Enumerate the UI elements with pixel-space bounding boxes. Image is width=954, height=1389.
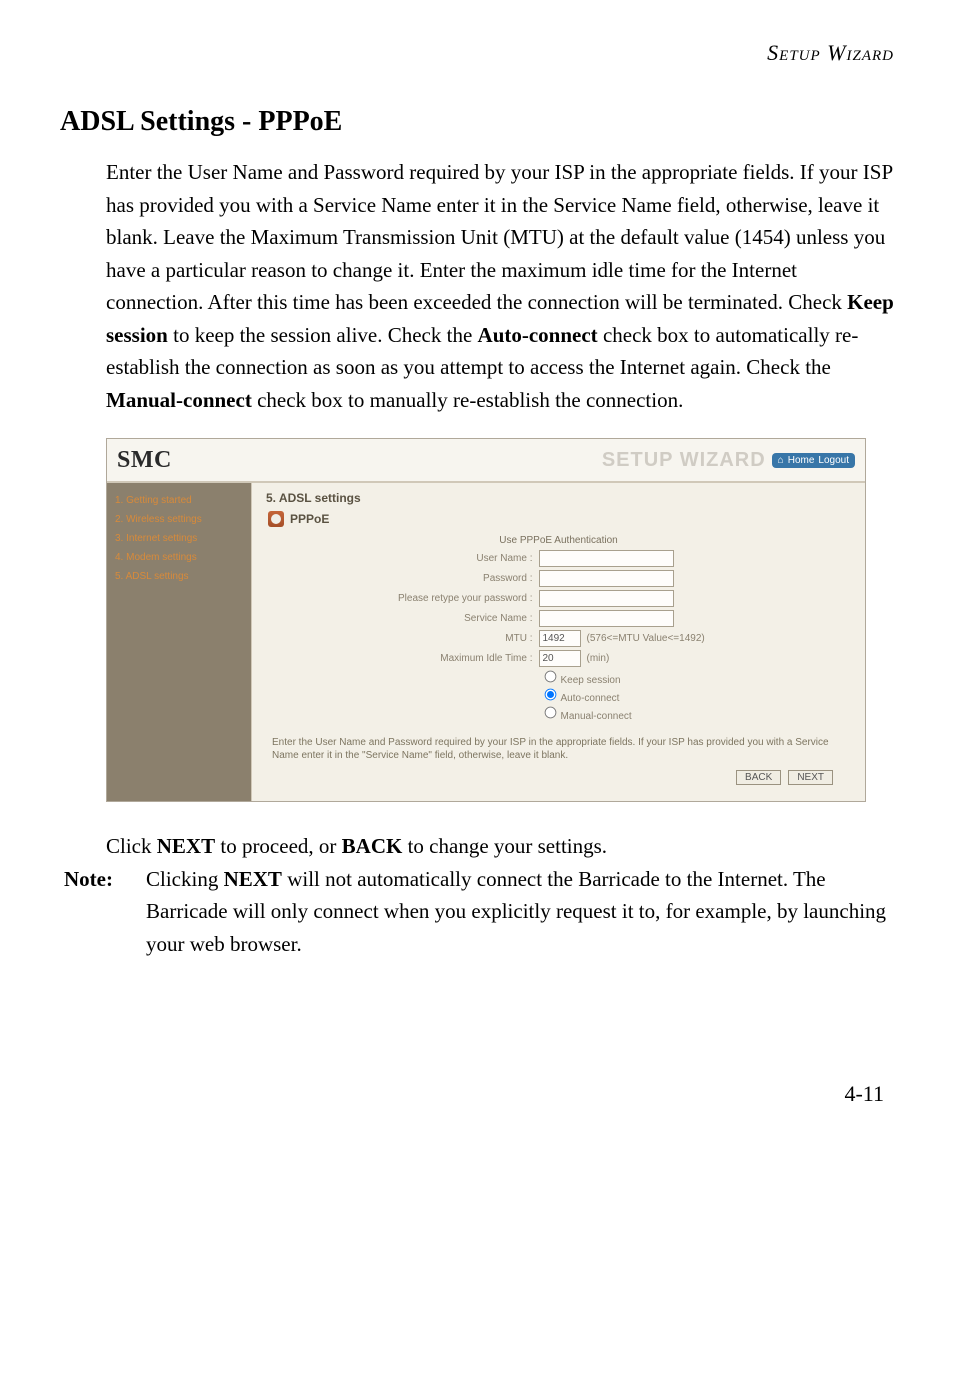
form-header: Use PPPoE Authentication xyxy=(344,535,774,546)
radio-manual[interactable]: Manual-connect xyxy=(544,706,774,724)
wizard-main: 5. ADSL settings PPPoE Use PPPoE Authent… xyxy=(252,483,865,801)
pppoe-subtitle: PPPoE xyxy=(268,511,851,527)
section-title: ADSL Settings - PPPoE xyxy=(60,106,894,138)
service-name-input[interactable] xyxy=(539,610,674,627)
wizard-buttons: BACK NEXT xyxy=(266,770,851,785)
router-screenshot: SMC SETUP WIZARD ⌂ Home Logout 1. Gettin… xyxy=(106,438,866,802)
connect-mode-radios: Keep session Auto-connect Manual-connect xyxy=(544,670,774,724)
retype-password-input[interactable] xyxy=(539,590,674,607)
radio-keep-label: Keep session xyxy=(561,675,621,686)
row-idle: Maximum Idle Time : (min) xyxy=(344,650,774,667)
password-input[interactable] xyxy=(539,570,674,587)
radio-auto-label: Auto-connect xyxy=(561,693,620,704)
sidebar-item-3[interactable]: 3. Internet settings xyxy=(115,529,243,548)
note-body: Clicking NEXT will not automatically con… xyxy=(146,863,894,961)
home-label: Home xyxy=(788,455,815,466)
radio-manual-label: Manual-connect xyxy=(561,711,632,722)
label-user: User Name : xyxy=(344,553,539,564)
label-service: Service Name : xyxy=(344,613,539,624)
row-user: User Name : xyxy=(344,550,774,567)
label-idle: Maximum Idle Time : xyxy=(344,653,539,664)
radio-manual-input[interactable] xyxy=(544,707,556,719)
screenshot-topbar: SMC SETUP WIZARD ⌂ Home Logout xyxy=(107,439,865,483)
page-header-right: Setup Wizard xyxy=(60,40,894,66)
sidebar-item-1[interactable]: 1. Getting started xyxy=(115,491,243,510)
radio-keep[interactable]: Keep session xyxy=(544,670,774,688)
pppoe-icon xyxy=(268,511,284,527)
radio-keep-input[interactable] xyxy=(544,671,556,683)
screenshot-body: 1. Getting started 2. Wireless settings … xyxy=(107,483,865,801)
idle-hint: (min) xyxy=(587,653,610,664)
logout-label: Logout xyxy=(818,455,849,466)
next-button[interactable]: NEXT xyxy=(788,770,833,785)
back-button[interactable]: BACK xyxy=(736,770,781,785)
form-instruction: Enter the User Name and Password require… xyxy=(272,736,845,762)
radio-auto-input[interactable] xyxy=(544,689,556,701)
sidebar-item-2[interactable]: 2. Wireless settings xyxy=(115,510,243,529)
sidebar-item-4[interactable]: 4. Modem settings xyxy=(115,548,243,567)
label-mtu: MTU : xyxy=(344,633,539,644)
note-block: Note: Clicking NEXT will not automatical… xyxy=(64,863,894,961)
pppoe-label: PPPoE xyxy=(290,512,329,526)
home-chip[interactable]: ⌂ Home Logout xyxy=(772,453,855,468)
wizard-title-text: SETUP WIZARD xyxy=(602,449,766,472)
label-retype: Please retype your password : xyxy=(344,593,539,604)
row-service: Service Name : xyxy=(344,610,774,627)
mtu-input[interactable] xyxy=(539,630,581,647)
smc-logo: SMC xyxy=(117,447,172,474)
wizard-title-area: SETUP WIZARD ⌂ Home Logout xyxy=(602,449,855,472)
label-pass: Password : xyxy=(344,573,539,584)
mtu-hint: (576<=MTU Value<=1492) xyxy=(587,633,705,644)
home-icon: ⌂ xyxy=(778,455,784,466)
post-line: Click NEXT to proceed, or BACK to change… xyxy=(106,830,894,863)
user-input[interactable] xyxy=(539,550,674,567)
main-paragraph: Enter the User Name and Password require… xyxy=(106,156,894,416)
row-pass: Password : xyxy=(344,570,774,587)
row-mtu: MTU : (576<=MTU Value<=1492) xyxy=(344,630,774,647)
step-title: 5. ADSL settings xyxy=(266,491,851,505)
wizard-sidebar: 1. Getting started 2. Wireless settings … xyxy=(107,483,252,801)
page-number: 4-11 xyxy=(60,1081,894,1107)
note-label: Note: xyxy=(64,863,132,961)
radio-auto[interactable]: Auto-connect xyxy=(544,688,774,706)
idle-input[interactable] xyxy=(539,650,581,667)
row-retype: Please retype your password : xyxy=(344,590,774,607)
pppoe-form: Use PPPoE Authentication User Name : Pas… xyxy=(344,535,774,724)
sidebar-item-5[interactable]: 5. ADSL settings xyxy=(115,567,243,586)
